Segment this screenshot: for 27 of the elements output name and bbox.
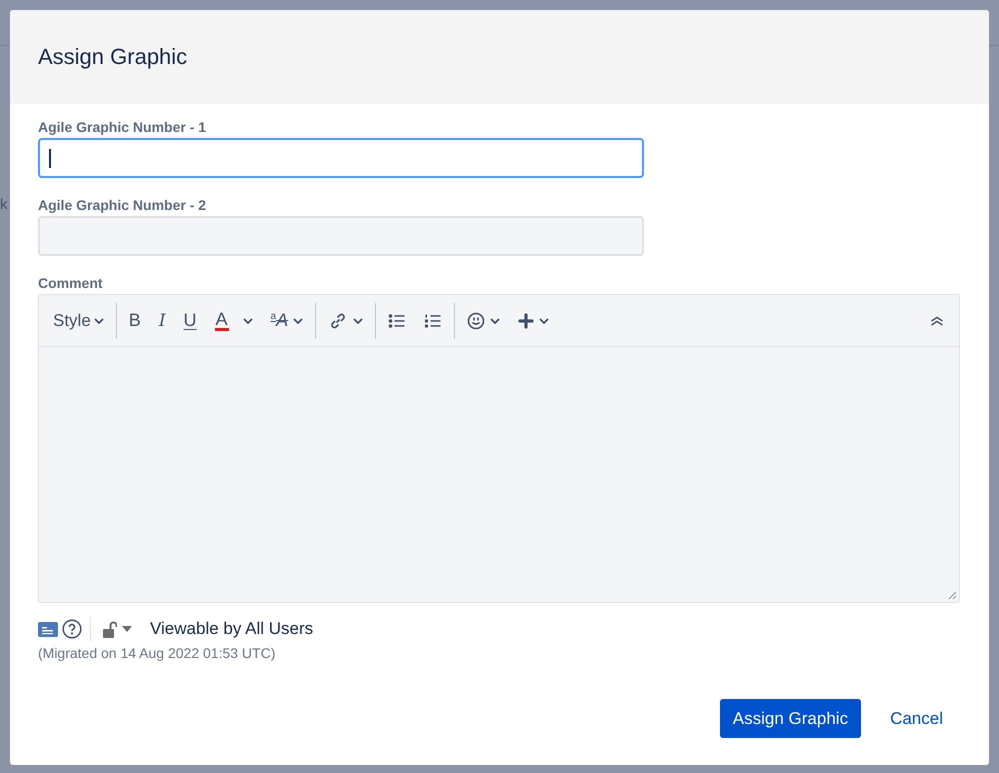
double-chevron-up-icon (930, 316, 944, 326)
resize-grip-icon (948, 591, 957, 600)
migration-note: (Migrated on 14 Aug 2022 01:53 UTC) (38, 645, 276, 661)
assign-button[interactable]: Assign Graphic (720, 699, 862, 738)
text-color-button[interactable]: A (206, 306, 262, 334)
document-icon[interactable] (38, 622, 58, 636)
numbered-list-icon (424, 312, 442, 328)
style-button[interactable]: Style (47, 306, 113, 334)
bulleted-list-icon (388, 312, 406, 328)
input-field[interactable] (38, 138, 644, 178)
field-label: Agile Graphic Number - 2 (38, 197, 206, 213)
help-icon[interactable] (62, 619, 82, 639)
caret-icon (122, 626, 132, 632)
restriction-text: Viewable by All Users (150, 619, 314, 639)
plus-icon (518, 312, 534, 328)
italic-button[interactable]: I (150, 306, 175, 334)
page-text: k (0, 196, 8, 213)
underline-button[interactable]: U (174, 306, 206, 335)
field-label: Agile Graphic Number - 1 (38, 119, 206, 135)
dialog-title: Assign Graphic (38, 44, 188, 70)
field-label: Comment (38, 275, 103, 291)
text-cursor (49, 149, 50, 168)
bold-button[interactable]: B (120, 306, 150, 335)
cancel-link[interactable]: Cancel (877, 699, 956, 738)
text-format-button[interactable]: $^{a}$A (262, 306, 312, 335)
unlocked-padlock-icon (103, 620, 117, 638)
smiley-icon (467, 312, 486, 330)
